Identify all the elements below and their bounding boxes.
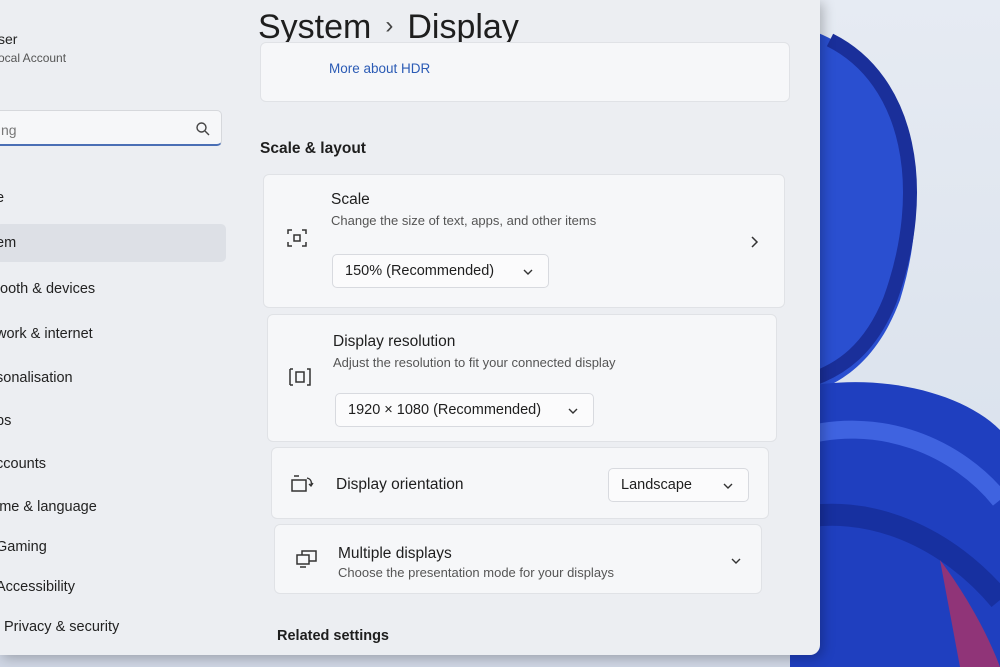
scale-title: Scale [331, 191, 370, 208]
display-resolution-title: Display resolution [333, 333, 456, 350]
sidebar-item-label: sonalisation [0, 370, 73, 386]
sidebar-item-system[interactable]: em [0, 224, 226, 262]
sidebar-item-privacy-security[interactable]: Privacy & security [4, 608, 234, 646]
user-account-type: ocal Account [0, 51, 67, 65]
display-orientation-value: Landscape [621, 477, 692, 493]
display-resolution-dropdown[interactable]: 1920 × 1080 (Recommended) [335, 393, 594, 427]
multiple-displays-subtitle: Choose the presentation mode for your di… [338, 565, 615, 580]
multiple-displays-title: Multiple displays [338, 545, 452, 562]
section-heading-related-settings: Related settings [277, 628, 389, 644]
sidebar-item-label: Gaming [0, 539, 47, 555]
sidebar-item-apps[interactable]: ps [0, 402, 226, 440]
more-about-hdr-link[interactable]: More about HDR [329, 61, 430, 76]
chevron-down-icon [523, 269, 533, 275]
sidebar-item-personalisation[interactable]: sonalisation [0, 359, 226, 397]
sidebar-item-gaming[interactable]: Gaming [0, 528, 226, 566]
display-resolution-icon [289, 368, 311, 386]
chevron-right-icon[interactable] [750, 235, 760, 249]
search-input[interactable]: ng [0, 110, 222, 146]
breadcrumb-separator: › [385, 12, 394, 39]
scale-icon [287, 229, 307, 247]
chevron-down-icon[interactable] [730, 557, 742, 565]
sidebar-item-label: ccounts [0, 456, 46, 472]
settings-window: ser ocal Account ng e em tooth & devices… [0, 0, 820, 655]
chevron-down-icon [723, 483, 733, 489]
sidebar-item-network[interactable]: work & internet [0, 315, 226, 353]
section-heading-scale-layout: Scale & layout [260, 140, 366, 157]
sidebar-item-accessibility[interactable]: Accessibility [0, 568, 226, 606]
multiple-displays-card[interactable]: Multiple displays Choose the presentatio… [274, 524, 762, 594]
desktop-wallpaper [790, 0, 1000, 667]
display-orientation-card: Display orientation Landscape [271, 447, 769, 519]
sidebar: ser ocal Account ng e em tooth & devices… [0, 0, 240, 655]
sidebar-item-label: e [0, 190, 5, 206]
sidebar-item-label: Accessibility [0, 579, 75, 595]
display-resolution-subtitle: Adjust the resolution to fit your connec… [333, 355, 616, 370]
sidebar-item-label: ime & language [0, 499, 97, 515]
page-title: Display [407, 8, 519, 46]
sidebar-item-accounts[interactable]: ccounts [0, 445, 226, 483]
sidebar-item-label: em [0, 235, 17, 251]
sidebar-item-label: work & internet [0, 326, 93, 342]
sidebar-item-label: tooth & devices [0, 281, 96, 297]
chevron-down-icon [568, 408, 578, 414]
breadcrumb-parent[interactable]: System [258, 8, 371, 46]
search-icon [196, 122, 210, 136]
scale-subtitle: Change the size of text, apps, and other… [331, 213, 597, 228]
display-orientation-dropdown[interactable]: Landscape [608, 468, 749, 502]
hdr-card: More about HDR [260, 42, 790, 102]
scale-dropdown[interactable]: 150% (Recommended) [332, 254, 549, 288]
display-resolution-value: 1920 × 1080 (Recommended) [348, 402, 542, 418]
scale-card[interactable]: Scale Change the size of text, apps, and… [263, 174, 785, 308]
sidebar-item-time-language[interactable]: ime & language [0, 488, 226, 526]
multiple-displays-icon [296, 550, 317, 568]
sidebar-item-bluetooth[interactable]: tooth & devices [0, 270, 226, 308]
search-placeholder: ng [1, 122, 17, 138]
scale-dropdown-value: 150% (Recommended) [345, 263, 495, 279]
display-orientation-icon [291, 475, 314, 492]
user-name: ser [0, 31, 18, 47]
sidebar-item-label: Privacy & security [4, 619, 120, 635]
sidebar-item-home[interactable]: e [0, 179, 226, 217]
display-orientation-title: Display orientation [336, 476, 464, 493]
sidebar-item-label: ps [0, 413, 12, 429]
display-resolution-card: Display resolution Adjust the resolution… [267, 314, 777, 442]
